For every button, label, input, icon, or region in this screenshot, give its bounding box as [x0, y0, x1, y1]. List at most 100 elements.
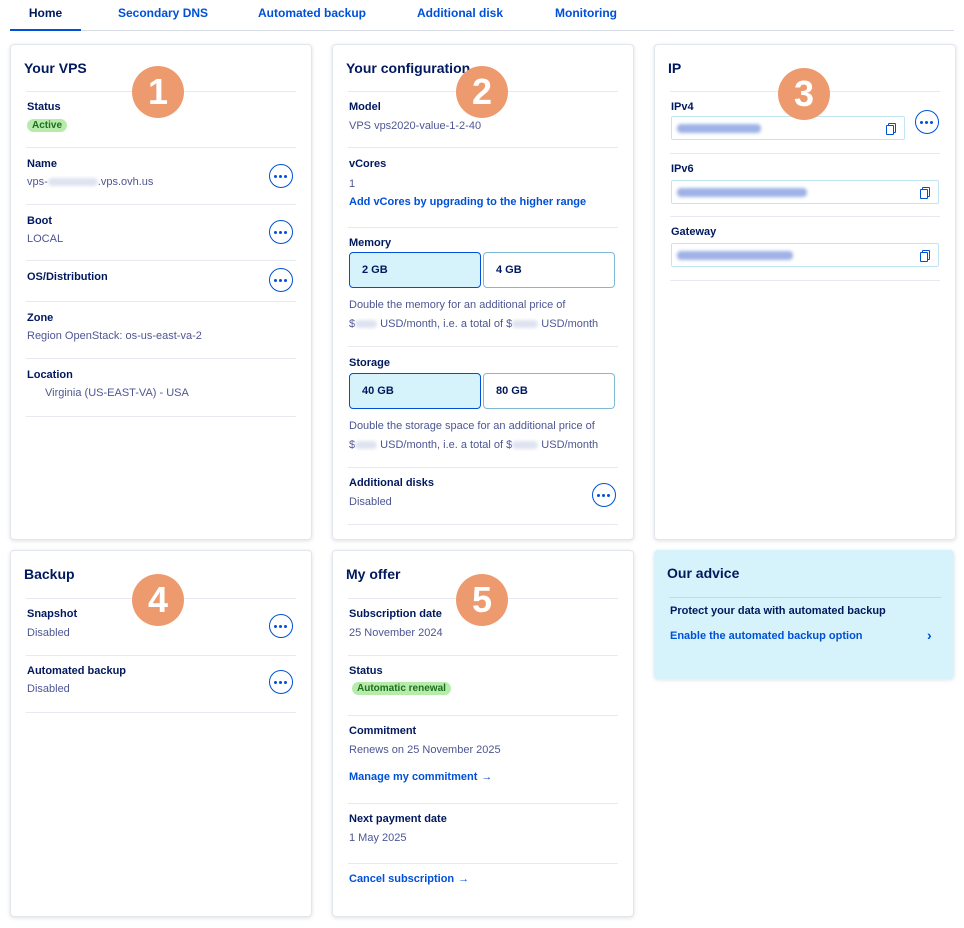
marker-2: 2	[456, 66, 508, 118]
storage-option-80gb[interactable]: 80 GB	[483, 373, 615, 409]
marker-1: 1	[132, 66, 184, 118]
ipv4-more-button[interactable]	[915, 110, 939, 134]
name-more-button[interactable]	[269, 164, 293, 188]
redacted-name	[47, 178, 98, 187]
arrow-right-icon: →	[458, 873, 470, 885]
cancel-row: Cancel subscription →	[348, 863, 618, 904]
memory-option-2gb[interactable]: 2 GB	[349, 252, 481, 288]
marker-5: 5	[456, 574, 508, 626]
additional-disks-label: Additional disks	[349, 477, 434, 489]
storage-note: Double the storage space for an addition…	[349, 420, 595, 432]
vcores-value: 1	[349, 178, 356, 190]
redacted-ipv4	[677, 124, 761, 133]
subscription-date-label: Subscription date	[349, 608, 442, 620]
redacted-gateway	[677, 251, 793, 260]
gateway-row: Gateway	[670, 216, 940, 281]
automated-backup-row: Automated backup Disabled	[26, 655, 296, 713]
card-title: Your VPS	[24, 60, 87, 76]
boot-value: LOCAL	[27, 233, 64, 245]
name-row: Name vps- .vps.ovh.us	[26, 147, 296, 205]
ipv6-field[interactable]	[671, 180, 939, 204]
additional-disks-more-button[interactable]	[592, 483, 616, 507]
storage-label: Storage	[349, 357, 390, 369]
tab-secondary-dns[interactable]: Secondary DNS	[118, 0, 208, 29]
commitment-label: Commitment	[349, 725, 417, 737]
model-label: Model	[349, 101, 381, 113]
automated-backup-more-button[interactable]	[269, 670, 293, 694]
tab-additional-disk[interactable]: Additional disk	[417, 0, 503, 29]
card-title: IP	[668, 60, 682, 76]
ipv6-row: IPv6	[670, 153, 940, 217]
gateway-label: Gateway	[671, 226, 717, 238]
arrow-right-icon: →	[481, 771, 493, 783]
name-label: Name	[27, 158, 57, 170]
card-title: My offer	[346, 566, 401, 582]
location-row: Location Virginia (US-EAST-VA) - USA	[26, 358, 296, 417]
boot-label: Boot	[27, 215, 53, 227]
os-more-button[interactable]	[269, 268, 293, 292]
tab-home[interactable]: Home	[10, 0, 81, 31]
copy-icon[interactable]	[886, 123, 896, 135]
storage-option-40gb[interactable]: 40 GB	[349, 373, 481, 409]
location-label: Location	[27, 369, 73, 381]
enable-automated-backup-link[interactable]: Enable the automated backup option	[670, 630, 863, 642]
memory-note: Double the memory for an additional pric…	[349, 299, 566, 311]
copy-icon[interactable]	[920, 250, 930, 262]
ipv4-field[interactable]	[671, 116, 905, 140]
our-advice-card: Our advice Protect your data with automa…	[654, 550, 954, 679]
status-label: Status	[27, 101, 61, 113]
automated-backup-label: Automated backup	[27, 665, 127, 677]
vcores-row: vCores 1 Add vCores by upgrading to the …	[348, 147, 618, 228]
advice-row: Protect your data with automated backup …	[669, 597, 941, 668]
next-payment-row: Next payment date 1 May 2025	[348, 803, 618, 864]
location-value: Virginia (US-EAST-VA) - USA	[45, 387, 189, 399]
manage-commitment-link[interactable]: Manage my commitment →	[349, 771, 492, 783]
zone-value: Region OpenStack: os-us-east-va-2	[27, 330, 202, 342]
tab-monitoring[interactable]: Monitoring	[555, 0, 617, 29]
automated-backup-value: Disabled	[27, 683, 70, 695]
advice-title: Our advice	[667, 565, 740, 581]
os-row: OS/Distribution	[26, 260, 296, 302]
snapshot-label: Snapshot	[27, 608, 78, 620]
memory-row: Memory 2 GB 4 GB Double the memory for a…	[348, 227, 618, 347]
cancel-subscription-link[interactable]: Cancel subscription →	[349, 873, 469, 885]
upgrade-vcores-link[interactable]: Add vCores by upgrading to the higher ra…	[349, 196, 586, 208]
memory-price: $ USD/month, i.e. a total of $ USD/month	[349, 318, 599, 330]
card-title: Backup	[24, 566, 75, 582]
copy-icon[interactable]	[920, 187, 930, 199]
ipv4-label: IPv4	[671, 101, 694, 113]
offer-status-row: Status Automatic renewal	[348, 655, 618, 716]
next-payment-value: 1 May 2025	[349, 832, 407, 844]
tab-automated-backup[interactable]: Automated backup	[258, 0, 366, 29]
tab-bar: Home Secondary DNS Automated backup Addi…	[10, 0, 954, 31]
status-badge: Active	[27, 119, 68, 132]
os-label: OS/Distribution	[27, 271, 108, 283]
storage-price: $ USD/month, i.e. a total of $ USD/month	[349, 439, 599, 451]
memory-label: Memory	[349, 237, 392, 249]
redacted-ipv6	[677, 188, 807, 197]
your-vps-card: Your VPS Status Active Name vps- .vps.ovh…	[10, 44, 312, 540]
subscription-date-value: 25 November 2024	[349, 627, 443, 639]
zone-label: Zone	[27, 312, 54, 324]
marker-4: 4	[132, 574, 184, 626]
gateway-field[interactable]	[671, 243, 939, 267]
memory-option-4gb[interactable]: 4 GB	[483, 252, 615, 288]
model-value: VPS vps2020-value-1-2-40	[349, 120, 482, 132]
chevron-right-icon[interactable]: ›	[927, 627, 932, 643]
commitment-row: Commitment Renews on 25 November 2025 Ma…	[348, 715, 618, 804]
snapshot-value: Disabled	[27, 627, 70, 639]
commitment-value: Renews on 25 November 2025	[349, 744, 501, 756]
marker-3: 3	[778, 68, 830, 120]
snapshot-more-button[interactable]	[269, 614, 293, 638]
offer-status-label: Status	[349, 665, 383, 677]
storage-row: Storage 40 GB 80 GB Double the storage s…	[348, 346, 618, 468]
additional-disks-value: Disabled	[349, 496, 392, 508]
ipv6-label: IPv6	[671, 163, 694, 175]
card-title: Your configuration	[346, 60, 471, 76]
additional-disks-row: Additional disks Disabled	[348, 467, 618, 525]
next-payment-label: Next payment date	[349, 813, 447, 825]
boot-more-button[interactable]	[269, 220, 293, 244]
vcores-label: vCores	[349, 158, 387, 170]
zone-row: Zone Region OpenStack: os-us-east-va-2	[26, 301, 296, 359]
boot-row: Boot LOCAL	[26, 204, 296, 261]
